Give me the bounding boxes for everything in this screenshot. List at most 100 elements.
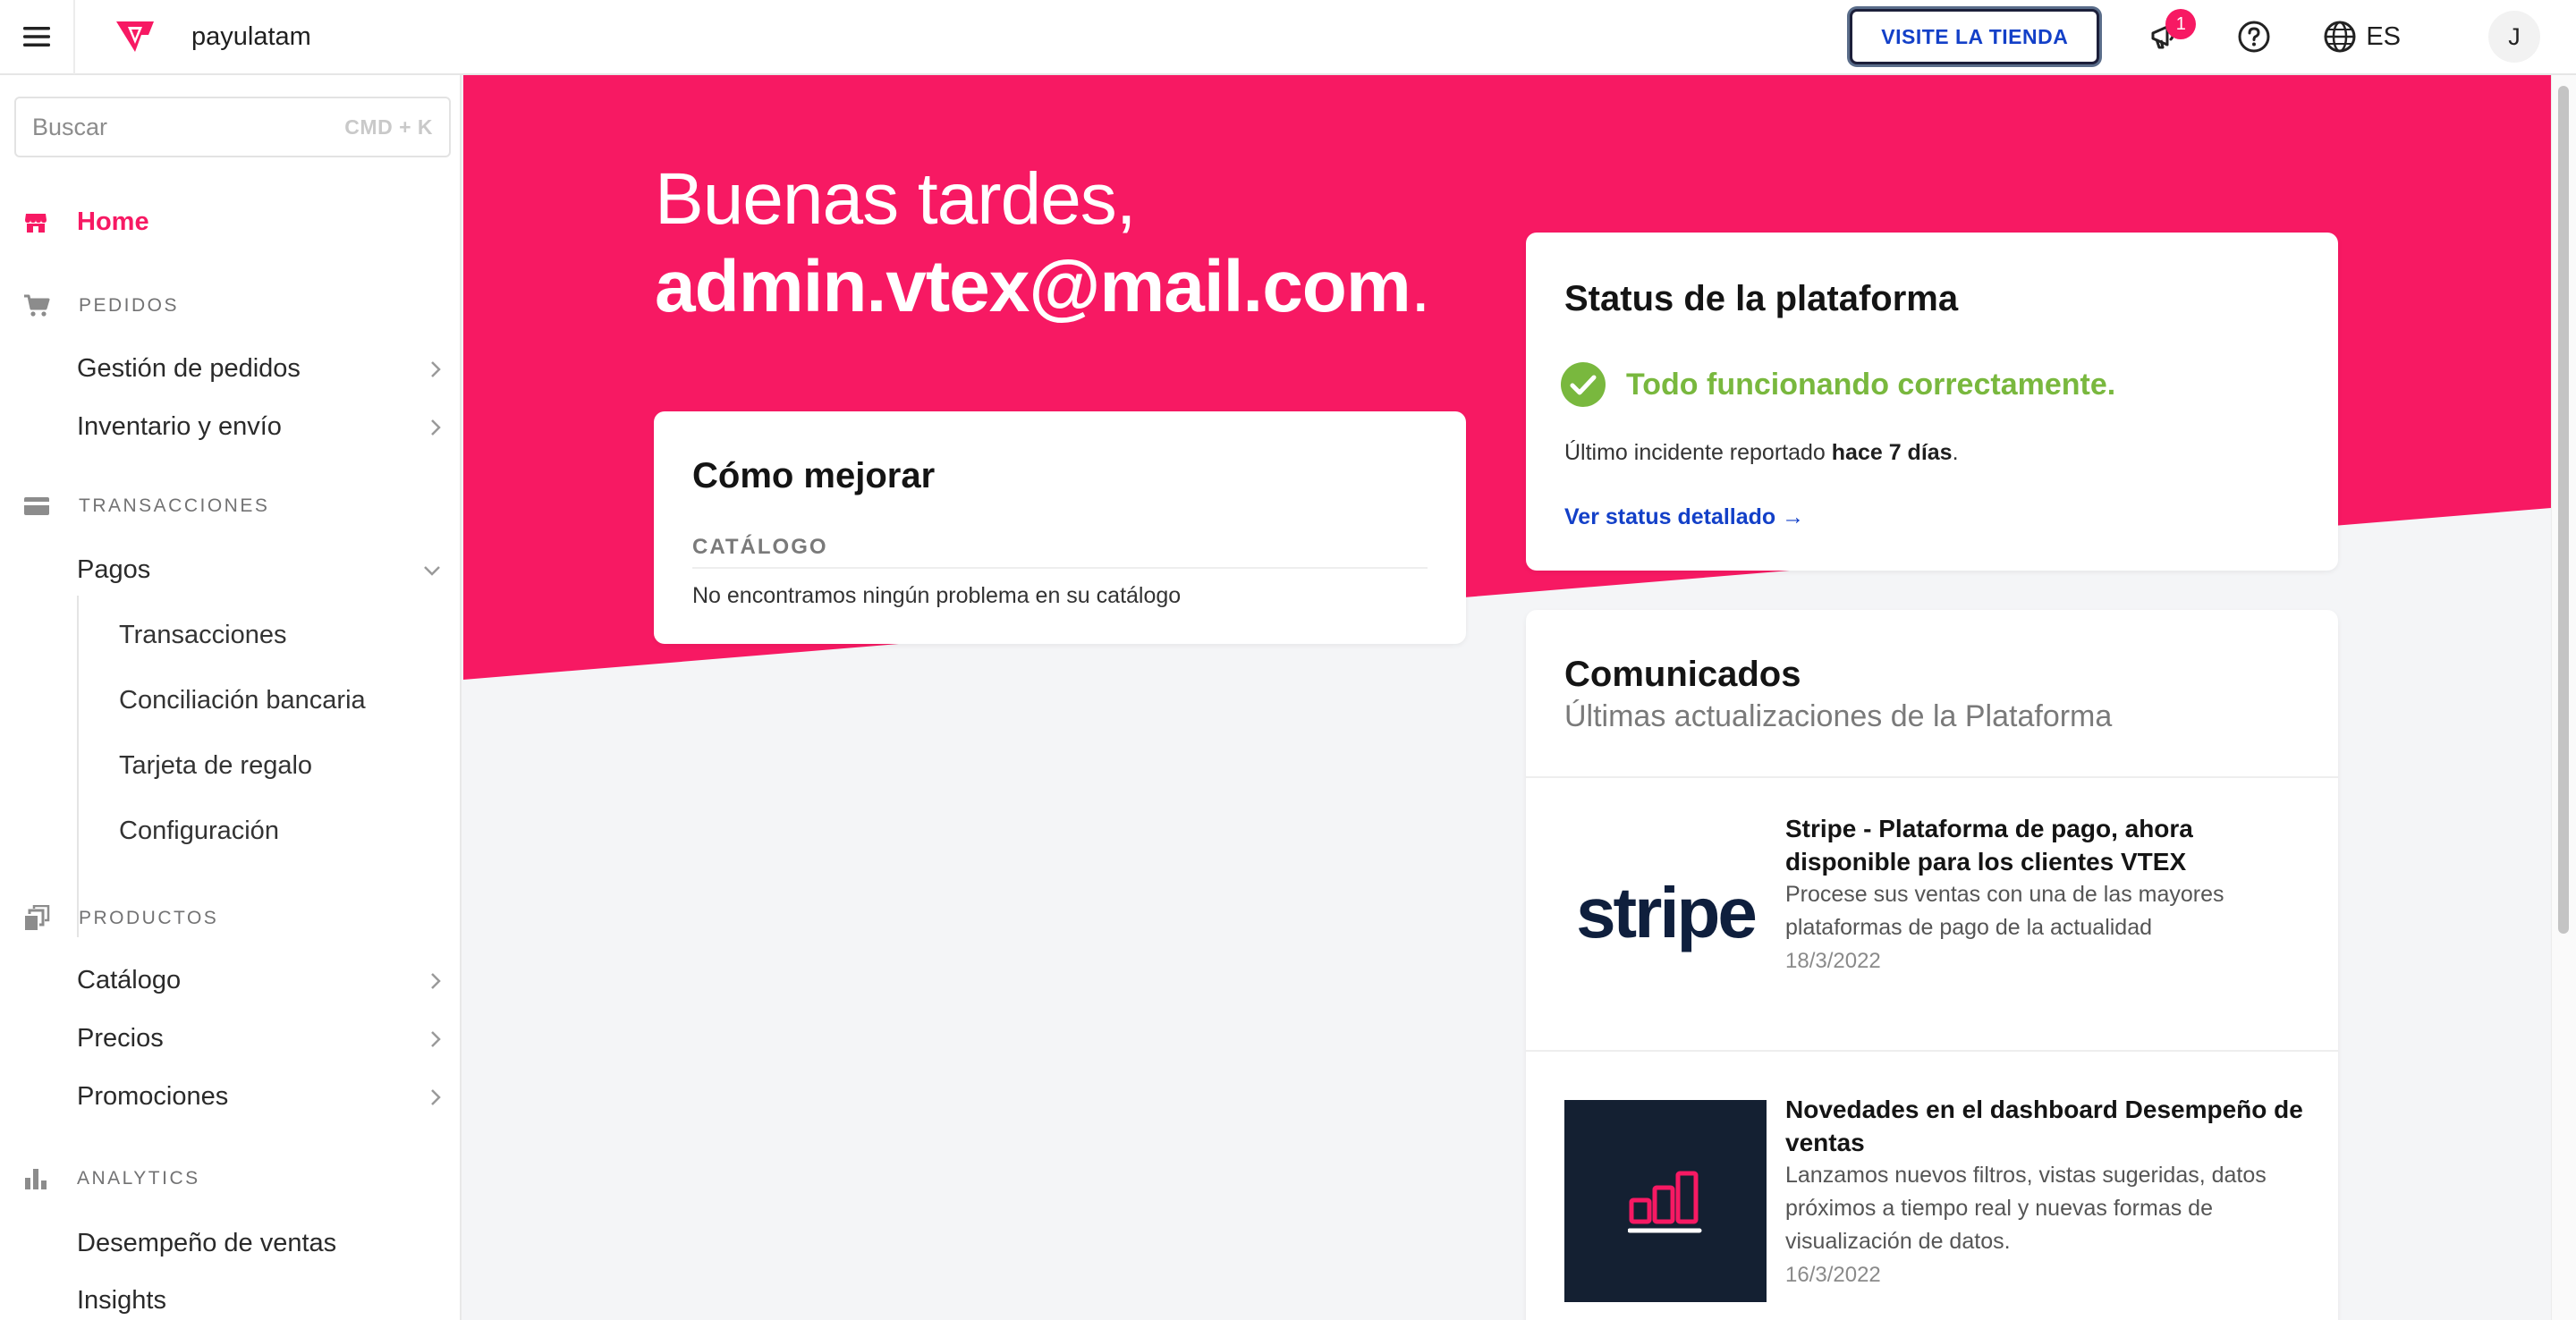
improve-message: No encontramos ningún problema en su cat… [692, 583, 1182, 608]
sidebar-item-promociones[interactable]: Promociones [77, 1082, 442, 1112]
news-date: 16/3/2022 [1785, 1263, 1881, 1287]
section-label: PEDIDOS [79, 295, 180, 316]
top-bar: payulatam VISITE LA TIENDA 1 ES J [0, 0, 2576, 75]
sidebar-section-productos: PRODUCTOS [23, 905, 218, 932]
visit-store-button[interactable]: VISITE LA TIENDA [1850, 9, 2100, 64]
help-icon [2238, 21, 2270, 53]
greeting-period: . [1410, 246, 1431, 327]
sidebar-item-label: Catálogo [77, 966, 182, 994]
status-ok-row: Todo funcionando correctamente. [1560, 361, 2115, 408]
status-card-title: Status de la plataforma [1564, 279, 1959, 318]
sidebar-item-pagos[interactable]: Pagos [77, 555, 442, 585]
cart-icon [24, 294, 50, 317]
search-placeholder: Buscar [32, 113, 108, 140]
section-label: PRODUCTOS [79, 908, 219, 928]
sidebar-item-label: Home [77, 207, 149, 236]
incident-suffix: . [1952, 440, 1959, 465]
section-label: ANALYTICS [77, 1168, 200, 1189]
user-avatar[interactable]: J [2488, 11, 2540, 63]
notification-count-badge: 1 [2165, 9, 2197, 39]
vtex-logo-icon [116, 21, 154, 52]
sidebar-section-analytics: ANALYTICS [23, 1166, 200, 1191]
sidebar-subitem-tarjeta-regalo[interactable]: Tarjeta de regalo [119, 751, 312, 781]
detailed-status-link[interactable]: Ver status detallado → [1564, 504, 1804, 530]
news-text: Novedades en el dashboard Desempeño de v… [1785, 1093, 2304, 1291]
hamburger-menu-button[interactable] [0, 0, 75, 74]
globe-icon [2324, 21, 2356, 53]
news-title: Novedades en el dashboard Desempeño de v… [1785, 1096, 2303, 1156]
language-selector[interactable]: ES [2323, 20, 2401, 54]
sidebar-item-inventario[interactable]: Inventario y envío [77, 412, 442, 442]
notifications-button[interactable]: 1 [2142, 9, 2197, 59]
credit-card-icon [24, 497, 49, 515]
sidebar-section-pedidos: PEDIDOS [23, 293, 179, 318]
user-email: admin.vtex@mail.com [655, 246, 1411, 327]
platform-status-card: Status de la plataforma Todo funcionando… [1526, 233, 2338, 571]
chevron-right-icon [431, 360, 441, 377]
sidebar-item-home[interactable]: Home [23, 207, 149, 237]
sidebar: Buscar CMD + K Home PEDIDOS Gestión de p… [0, 75, 462, 1320]
news-description: Lanzamos nuevos filtros, vistas sugerida… [1785, 1163, 2267, 1254]
bar-chart-icon [1628, 1171, 1702, 1233]
last-incident-text: Último incidente reportado hace 7 días. [1564, 440, 1959, 466]
page-scrollbar-thumb[interactable] [2558, 86, 2569, 934]
sidebar-item-label: Promociones [77, 1082, 229, 1111]
sidebar-item-label: Pagos [77, 555, 151, 584]
greeting-line: Buenas tardes, [655, 158, 1137, 240]
check-circle-icon [1561, 362, 1606, 407]
sidebar-subitem-configuracion[interactable]: Configuración [119, 817, 279, 846]
improve-card: Cómo mejorar CATÁLOGO No encontramos nin… [654, 411, 1466, 644]
chevron-right-icon [431, 419, 441, 436]
chevron-right-icon [431, 972, 441, 989]
sidebar-item-catalogo[interactable]: Catálogo [77, 966, 442, 995]
vtex-logo[interactable] [114, 19, 157, 55]
news-card: Comunicados Últimas actualizaciones de l… [1526, 610, 2338, 1320]
sidebar-item-label: Desempeño de ventas [77, 1229, 337, 1257]
sidebar-item-insights[interactable]: Insights [77, 1286, 442, 1316]
sidebar-item-precios[interactable]: Precios [77, 1024, 442, 1053]
top-bar-actions: VISITE LA TIENDA 1 ES J [1850, 0, 2576, 74]
sidebar-item-desempeno-ventas[interactable]: Desempeño de ventas [77, 1229, 442, 1258]
news-item[interactable]: Novedades en el dashboard Desempeño de v… [1526, 1050, 2338, 1320]
search-input[interactable]: Buscar CMD + K [14, 97, 451, 157]
news-date: 18/3/2022 [1785, 949, 1881, 973]
stripe-logo-text: stripe [1576, 873, 1758, 952]
incident-prefix: Último incidente reportado [1564, 440, 1832, 465]
help-button[interactable] [2232, 14, 2276, 59]
chevron-right-icon [431, 1030, 441, 1047]
stripe-logo: stripe [1564, 812, 1767, 1014]
sidebar-item-label: Inventario y envío [77, 412, 282, 441]
news-text: Stripe - Plataforma de pago, ahora dispo… [1785, 812, 2304, 977]
chevron-right-icon [431, 1088, 441, 1105]
sidebar-section-transacciones: TRANSACCIONES [23, 495, 269, 517]
improve-card-title: Cómo mejorar [692, 456, 936, 495]
sidebar-item-label: Gestión de pedidos [77, 354, 301, 383]
search-shortcut-hint: CMD + K [344, 114, 433, 139]
news-item[interactable]: stripe Stripe - Plataforma de pago, ahor… [1526, 776, 2338, 1050]
submenu-indent-line [77, 596, 79, 937]
news-thumbnail [1564, 1100, 1767, 1302]
divider [692, 567, 1428, 569]
sidebar-subitem-transacciones[interactable]: Transacciones [119, 621, 287, 650]
main-content: Buenas tardes, admin.vtex@mail.com. Cómo… [463, 75, 2551, 1320]
bar-chart-icon [25, 1169, 47, 1189]
section-label: TRANSACCIONES [79, 495, 270, 516]
account-name[interactable]: payulatam [191, 22, 311, 52]
sidebar-item-gestion-pedidos[interactable]: Gestión de pedidos [77, 354, 442, 384]
greeting-email: admin.vtex@mail.com. [655, 245, 1431, 329]
news-card-title: Comunicados [1564, 655, 1801, 694]
sidebar-item-label: Precios [77, 1024, 164, 1053]
news-card-subtitle: Últimas actualizaciones de la Plataforma [1564, 699, 2113, 733]
chevron-down-icon [424, 565, 440, 576]
news-description: Procese sus ventas con una de las mayore… [1785, 882, 2224, 940]
status-ok-text: Todo funcionando correctamente. [1626, 367, 2116, 402]
language-code: ES [2366, 21, 2401, 51]
news-title: Stripe - Plataforma de pago, ahora dispo… [1785, 815, 2193, 876]
sidebar-item-label: Insights [77, 1286, 166, 1315]
sidebar-subitem-conciliacion[interactable]: Conciliación bancaria [119, 686, 366, 715]
incident-when: hace 7 días [1831, 440, 1953, 465]
store-icon [25, 213, 47, 233]
hamburger-icon [23, 27, 50, 47]
improve-category-label: CATÁLOGO [692, 535, 828, 559]
products-icon [25, 905, 50, 930]
